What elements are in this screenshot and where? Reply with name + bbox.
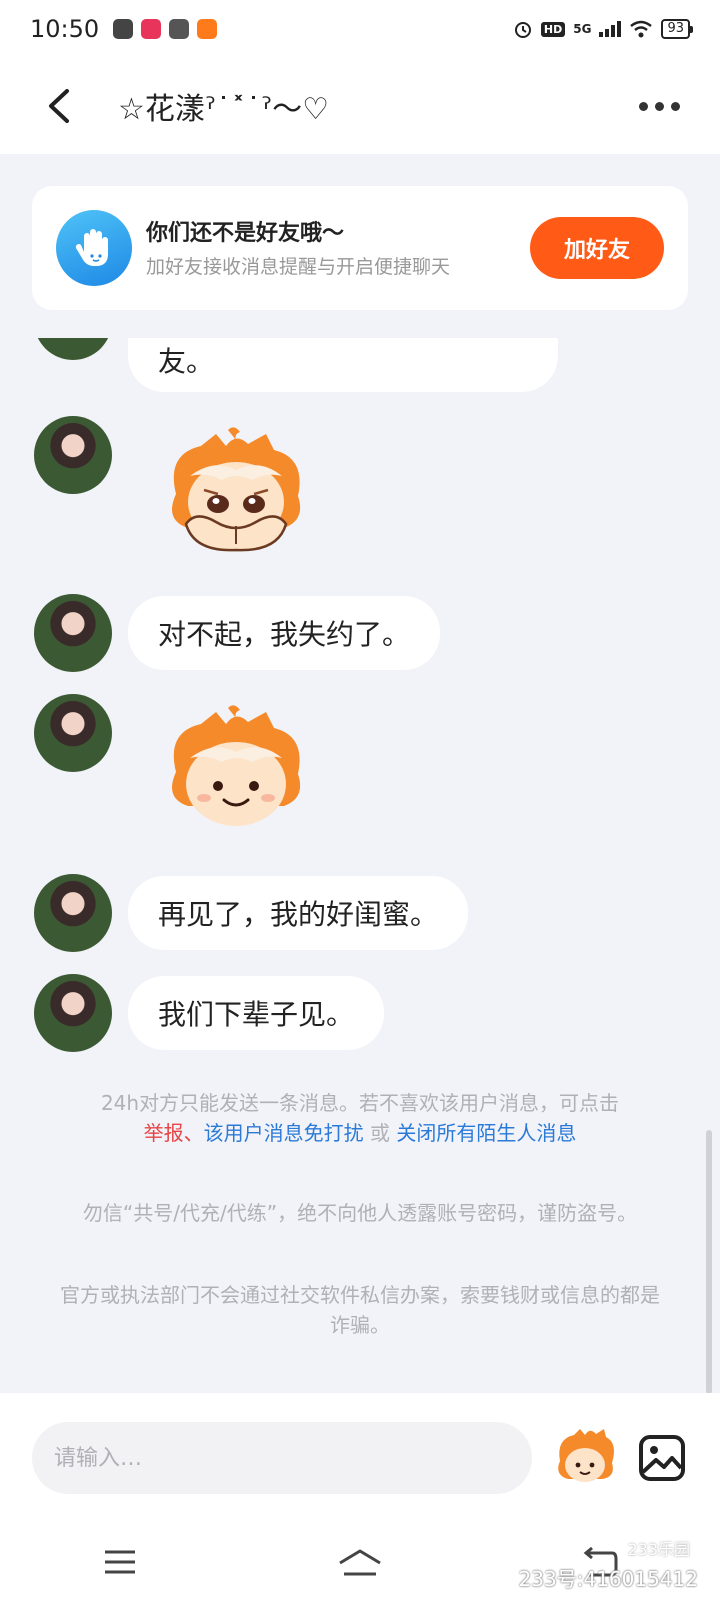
fraud-warning: 官方或执法部门不会通过社交软件私信办案，索要钱财或信息的都是诈骗。: [60, 1283, 660, 1337]
status-bar: 10:50 HD 5G 93: [0, 0, 720, 58]
banner-subtitle: 加好友接收消息提醒与开启便捷聊天: [146, 256, 451, 278]
sticker-button-icon[interactable]: [552, 1425, 618, 1491]
mail-app-icon: [113, 19, 134, 39]
banner-title: 你们还不是好友哦～: [146, 221, 345, 246]
home-button[interactable]: [325, 1537, 395, 1587]
close-stranger-messages-link[interactable]: 关闭所有陌生人消息: [396, 1121, 576, 1145]
message-bubble[interactable]: 再见了，我的好闺蜜。: [128, 876, 469, 950]
message-bubble[interactable]: 友。: [128, 338, 558, 392]
message-limit-notice: 24h对方只能发送一条消息。若不喜欢该用户消息，可点击 举报、该用户消息免打扰 …: [40, 1088, 680, 1148]
image-picker-icon[interactable]: [636, 1432, 688, 1484]
more-dots-icon: [638, 101, 648, 111]
game-app-icon: [197, 19, 218, 39]
message-input-bar: [0, 1393, 720, 1523]
chat-title: ☆花漾ˀ˙˟˙ˀ～♡: [118, 92, 329, 127]
status-time: 10:50: [30, 15, 100, 43]
network-label: 5G: [573, 22, 592, 36]
scrollbar[interactable]: [706, 1130, 712, 1394]
shop-app-icon: [141, 19, 162, 39]
avatar[interactable]: [34, 338, 112, 360]
wifi-icon: [630, 20, 653, 38]
watermark-logo: 233乐园: [627, 1540, 690, 1559]
status-app-icons: [113, 19, 218, 39]
leaf-app-icon: [169, 19, 190, 39]
separator-text: 、: [183, 1121, 204, 1145]
avatar[interactable]: [34, 416, 112, 494]
avatar[interactable]: [34, 974, 112, 1052]
waving-hand-icon: [56, 210, 132, 286]
menu-icon: [105, 1550, 135, 1573]
sad-mascot-sticker-icon[interactable]: [156, 424, 316, 564]
hd-badge: HD: [540, 21, 566, 37]
avatar[interactable]: [34, 594, 112, 672]
or-text: 或: [363, 1121, 397, 1145]
message-bubble[interactable]: 对不起，我失约了。: [128, 596, 441, 670]
back-button[interactable]: [28, 76, 88, 136]
account-security-warning: 勿信“共号/代充/代练”，绝不向他人透露账号密码，谨防盗号。: [82, 1201, 638, 1225]
add-friend-button[interactable]: 加好友: [530, 217, 664, 279]
banner-text: 你们还不是好友哦～ 加好友接收消息提醒与开启便捷聊天: [146, 215, 516, 281]
menu-button[interactable]: [85, 1537, 155, 1587]
battery-indicator: 93: [661, 19, 693, 39]
chat-header: ☆花漾ˀ˙˟˙ˀ～♡: [0, 58, 720, 154]
watermark-id: 233号:416015412: [518, 1567, 698, 1591]
more-options-button[interactable]: [632, 86, 686, 126]
home-icon: [339, 1549, 381, 1575]
report-link[interactable]: 举报: [144, 1121, 184, 1145]
limit-text: 24h对方只能发送一条消息。若不喜欢该用户消息，可点击: [100, 1091, 620, 1115]
signal-icon: [599, 21, 622, 37]
message-bubble[interactable]: 我们下辈子见。: [128, 976, 385, 1050]
message-list[interactable]: 友。 对不起，我失约了。 再见了，我的好闺蜜。 我们下辈子见。 24h对方只能发…: [0, 338, 720, 1393]
status-indicators: HD 5G 93: [513, 19, 693, 39]
mute-user-link[interactable]: 该用户消息免打扰: [204, 1121, 364, 1145]
smiling-mascot-sticker-icon[interactable]: [156, 702, 316, 842]
alarm-icon: [514, 22, 531, 38]
avatar[interactable]: [34, 874, 112, 952]
avatar[interactable]: [34, 694, 112, 772]
chevron-left-icon: [49, 89, 69, 123]
message-input[interactable]: [32, 1422, 532, 1494]
add-friend-banner: 你们还不是好友哦～ 加好友接收消息提醒与开启便捷聊天 加好友: [32, 186, 688, 310]
